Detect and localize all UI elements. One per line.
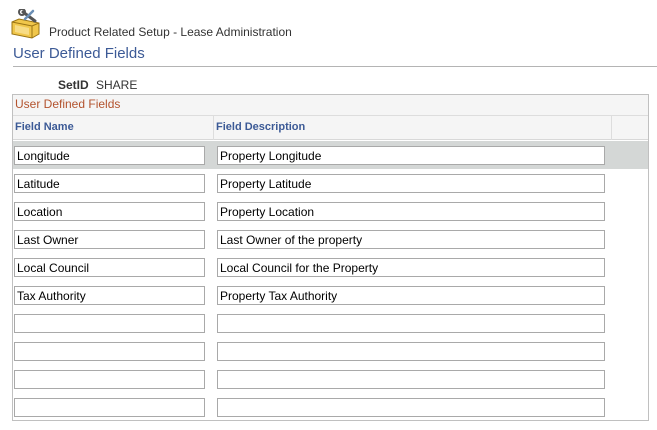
table-row xyxy=(13,309,648,337)
page-title: User Defined Fields xyxy=(13,45,145,62)
setup-folder-wrench-icon xyxy=(11,9,40,39)
grid-header: User Defined Fields Field Name Field Des… xyxy=(13,95,648,140)
field-name-input[interactable] xyxy=(14,398,205,417)
field-description-input[interactable] xyxy=(217,174,605,193)
table-row xyxy=(13,337,648,365)
column-divider xyxy=(611,116,612,140)
table-row xyxy=(13,365,648,393)
field-description-input[interactable] xyxy=(217,314,605,333)
field-name-input[interactable] xyxy=(14,202,205,221)
field-name-input[interactable] xyxy=(14,342,205,361)
table-row xyxy=(13,169,648,197)
column-divider xyxy=(213,116,214,140)
field-name-input[interactable] xyxy=(14,230,205,249)
breadcrumb: Product Related Setup - Lease Administra… xyxy=(49,25,292,39)
field-name-input[interactable] xyxy=(14,174,205,193)
field-description-input[interactable] xyxy=(217,286,605,305)
table-row xyxy=(13,225,648,253)
field-name-input[interactable] xyxy=(14,286,205,305)
field-description-input[interactable] xyxy=(217,342,605,361)
field-name-input[interactable] xyxy=(14,370,205,389)
setid-value: SHARE xyxy=(96,78,138,92)
column-header-field-name[interactable]: Field Name xyxy=(15,121,74,133)
field-description-input[interactable] xyxy=(217,370,605,389)
table-row xyxy=(13,197,648,225)
field-name-input[interactable] xyxy=(14,258,205,277)
table-row xyxy=(13,141,648,169)
field-description-input[interactable] xyxy=(217,146,605,165)
table-row xyxy=(13,253,648,281)
grid-title-divider xyxy=(13,115,648,116)
setid-label: SetID xyxy=(58,78,89,92)
column-header-field-description[interactable]: Field Description xyxy=(216,121,305,133)
table-row xyxy=(13,281,648,309)
field-description-input[interactable] xyxy=(217,230,605,249)
field-name-input[interactable] xyxy=(14,146,205,165)
field-description-input[interactable] xyxy=(217,398,605,417)
title-divider xyxy=(13,66,657,67)
field-name-input[interactable] xyxy=(14,314,205,333)
field-description-input[interactable] xyxy=(217,202,605,221)
table-row xyxy=(13,393,648,421)
field-description-input[interactable] xyxy=(217,258,605,277)
grid-title: User Defined Fields xyxy=(15,97,121,111)
user-defined-fields-grid: User Defined Fields Field Name Field Des… xyxy=(12,94,649,421)
